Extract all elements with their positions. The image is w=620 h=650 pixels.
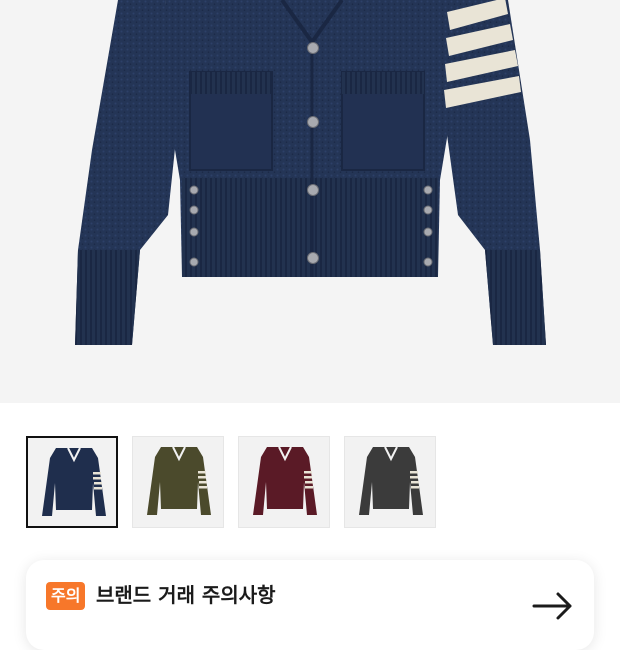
- thumbnail-navy[interactable]: [26, 436, 118, 528]
- navy-cardigan-photo: [75, 0, 546, 345]
- brand-trade-notice-card[interactable]: 주의 브랜드 거래 주의사항: [26, 560, 594, 650]
- olive-cardigan-thumb-icon: [147, 446, 211, 515]
- navy-cardigan-thumb-icon: [42, 447, 106, 516]
- charcoal-cardigan-thumb-icon: [359, 446, 423, 515]
- thumbnail-olive[interactable]: [132, 436, 224, 528]
- thumbnail-burgundy[interactable]: [238, 436, 330, 528]
- product-main-image[interactable]: [0, 0, 620, 403]
- arrow-right-icon[interactable]: [532, 590, 574, 622]
- notice-title: 브랜드 거래 주의사항: [96, 583, 276, 607]
- thumbnail-charcoal[interactable]: [344, 436, 436, 528]
- caution-badge: 주의: [46, 582, 86, 610]
- burgundy-cardigan-thumb-icon: [253, 446, 317, 515]
